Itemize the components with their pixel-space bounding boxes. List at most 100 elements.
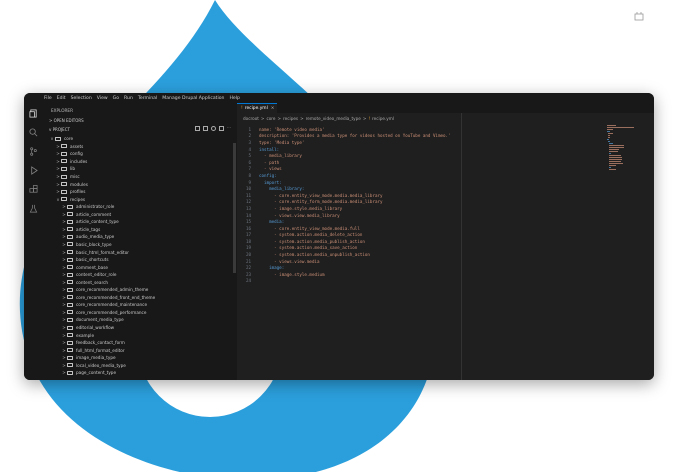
code-text: - image.style.media_library	[259, 205, 343, 211]
project-section[interactable]: v PROJECT	[49, 127, 70, 132]
refresh-icon[interactable]	[210, 126, 216, 131]
open-editors-label: OPEN EDITORS	[53, 118, 84, 123]
tree-item[interactable]: > content_search	[43, 278, 249, 286]
tree-item[interactable]: > audio_media_type	[43, 233, 249, 241]
breadcrumb-item[interactable]: recipe.yml	[372, 116, 394, 121]
menu-item[interactable]: File	[44, 96, 52, 101]
open-editors-section[interactable]: > OPEN EDITORS	[49, 118, 84, 123]
tree-item-label: core_recommended_admin_theme	[76, 287, 149, 293]
folder-icon	[67, 227, 73, 232]
minimap[interactable]	[607, 125, 637, 205]
tree-item[interactable]: > core_recommended_front_end_theme	[43, 294, 249, 302]
tree-item[interactable]: > basic_html_format_editor	[43, 248, 249, 256]
tab-recipe-yml[interactable]: ! recipe.yml ×	[237, 103, 277, 113]
tree-item[interactable]: > includes	[43, 158, 243, 166]
run-debug-icon[interactable]	[29, 166, 38, 175]
tree-item[interactable]: > article_comment	[43, 211, 249, 219]
minimap-line	[607, 131, 610, 132]
menu-item[interactable]: Run	[124, 96, 133, 101]
tree-item[interactable]: > feedback_contact_form	[43, 339, 249, 347]
tree-item-label: content_editor_role	[76, 272, 117, 278]
tree-item[interactable]: > core_recommended_maintenance	[43, 301, 249, 309]
breadcrumb-item[interactable]: !	[368, 116, 370, 121]
search-icon[interactable]	[29, 128, 38, 137]
breadcrumb-separator: >	[277, 116, 282, 121]
tree-item[interactable]: > comment_base	[43, 263, 249, 271]
tree-item-label: content_search	[76, 279, 109, 285]
code-line: 15 media:	[237, 218, 467, 225]
breadcrumb-item[interactable]: docroot	[243, 116, 259, 121]
tree-item[interactable]: > assets	[43, 143, 243, 151]
tree-item[interactable]: v recipes	[43, 195, 243, 203]
tree-item-label: core_recommended_front_end_theme	[76, 294, 156, 300]
minimap-line	[609, 165, 616, 166]
breadcrumb: docroot > core > recipes > remote_video_media_…	[243, 116, 394, 121]
tree-item-label: local_video_media_type	[76, 362, 126, 368]
tree-item[interactable]: > page_content_type	[43, 369, 249, 377]
menu-item[interactable]: Manage Drupal Application	[162, 96, 224, 101]
source-control-icon[interactable]	[29, 147, 38, 156]
tree-item[interactable]: > image_media_type	[43, 354, 249, 362]
testing-icon[interactable]	[29, 204, 38, 213]
explorer-sidebar: EXPLORER > OPEN EDITORS v PROJECT ... vc…	[43, 103, 238, 380]
tree-item[interactable]: > document_media_type	[43, 316, 249, 324]
minimap-line	[609, 169, 617, 170]
minimap-line	[607, 137, 611, 138]
line-number: 19	[245, 245, 251, 251]
tree-item-label: assets	[70, 143, 84, 149]
code-line: 3 type: 'Media type'	[237, 139, 467, 146]
code-text: description: 'Provides a media type for …	[259, 133, 451, 139]
sidebar-scrollbar[interactable]	[233, 143, 236, 273]
tree-item-label: feedback_contact_form	[76, 340, 125, 346]
extensions-icon[interactable]	[29, 185, 38, 194]
tree-item[interactable]: > modules	[43, 180, 243, 188]
tree-item[interactable]: > editorial_workflow	[43, 324, 249, 332]
folder-icon	[67, 325, 73, 330]
tree-item[interactable]: > example	[43, 331, 249, 339]
tree-item[interactable]: > full_html_format_editor	[43, 346, 249, 354]
menu-item[interactable]: Selection	[71, 96, 92, 101]
tree-item-label: basic_block_type	[76, 241, 112, 247]
tree-item[interactable]: > basic_block_type	[43, 241, 249, 249]
breadcrumb-item[interactable]: recipes	[283, 116, 298, 121]
tree-item[interactable]: > article_tags	[43, 226, 249, 234]
new-file-icon[interactable]	[194, 126, 200, 131]
menu-item[interactable]: Terminal	[138, 96, 157, 101]
folder-icon	[67, 287, 73, 292]
folder-icon	[67, 272, 73, 277]
code-editor[interactable]: 1 name: 'Remote video media' 2 description:…	[237, 126, 467, 284]
tree-item[interactable]: > content_editor_role	[43, 271, 249, 279]
menu-item[interactable]: View	[97, 96, 108, 101]
tree-item[interactable]: > article_content_type	[43, 218, 249, 226]
tree-item[interactable]: > profiles	[43, 188, 243, 196]
minimap-line	[608, 167, 611, 168]
code-text: - system.action.media_save_action	[259, 245, 358, 251]
tree-item[interactable]: > misc	[43, 173, 243, 181]
more-actions-icon[interactable]: ...	[227, 125, 231, 131]
tree-item[interactable]: v core	[43, 135, 237, 143]
new-folder-icon[interactable]	[202, 126, 208, 131]
tree-item[interactable]: > basic_shortcuts	[43, 256, 249, 264]
tree-item[interactable]: > administrator_role	[43, 203, 249, 211]
menu-item[interactable]: Go	[113, 96, 119, 101]
menu-item[interactable]: Help	[229, 96, 239, 101]
tree-item-label: image_media_type	[76, 355, 116, 361]
tree-item[interactable]: > core_recommended_performance	[43, 309, 249, 317]
editor-ruler	[461, 113, 462, 380]
collapse-all-icon[interactable]	[218, 126, 224, 131]
minimap-line	[609, 157, 622, 158]
minimap-line	[609, 163, 623, 164]
ide-settings-icon[interactable]	[633, 11, 645, 23]
menu-item[interactable]: Edit	[57, 96, 66, 101]
breadcrumb-item[interactable]: remote_video_media_type	[306, 116, 361, 121]
tree-item[interactable]: > core_recommended_admin_theme	[43, 286, 249, 294]
folder-icon	[67, 348, 73, 353]
explorer-icon[interactable]	[29, 109, 38, 118]
tree-item[interactable]: > config	[43, 150, 243, 158]
code-line: 19 - system.action.media_save_action	[237, 245, 467, 252]
breadcrumb-item[interactable]: core	[266, 116, 275, 121]
tree-item[interactable]: > local_video_media_type	[43, 362, 249, 370]
close-icon[interactable]: ×	[271, 106, 275, 111]
tree-item-label: recipes	[70, 196, 86, 202]
tree-item[interactable]: > lib	[43, 165, 243, 173]
